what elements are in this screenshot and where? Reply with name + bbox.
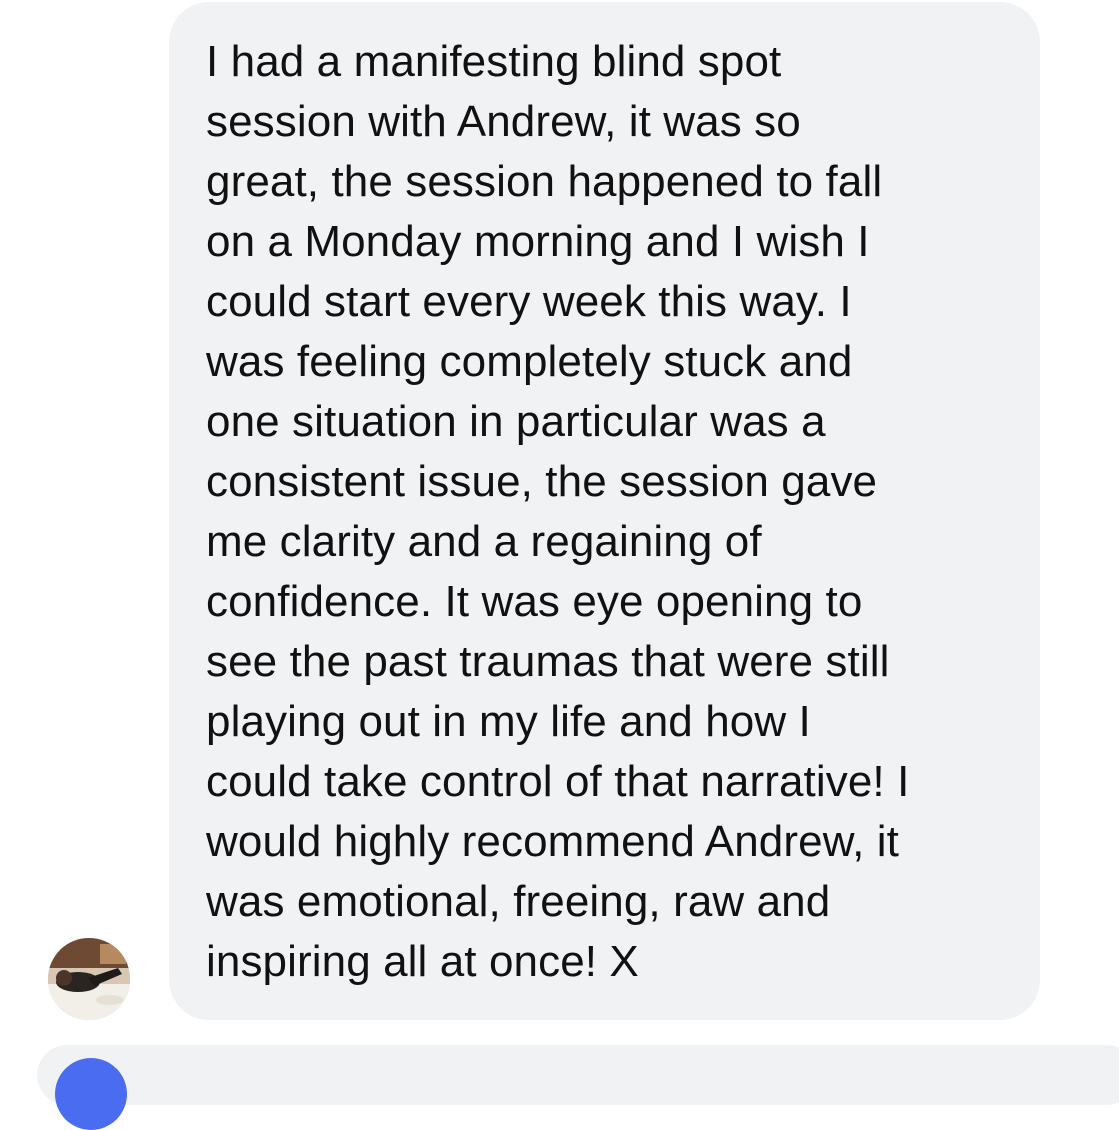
message-row: I had a manifesting blind spot session w… (0, 0, 1119, 1030)
avatar-photo-icon (48, 938, 130, 1020)
next-sender-avatar[interactable] (55, 1058, 127, 1130)
sender-avatar[interactable] (48, 938, 130, 1020)
message-bubble[interactable]: I had a manifesting blind spot session w… (169, 2, 1040, 1020)
next-message-bubble[interactable] (37, 1045, 1119, 1105)
chat-thread: I had a manifesting blind spot session w… (0, 0, 1119, 1130)
message-text: I had a manifesting blind spot session w… (206, 37, 910, 986)
